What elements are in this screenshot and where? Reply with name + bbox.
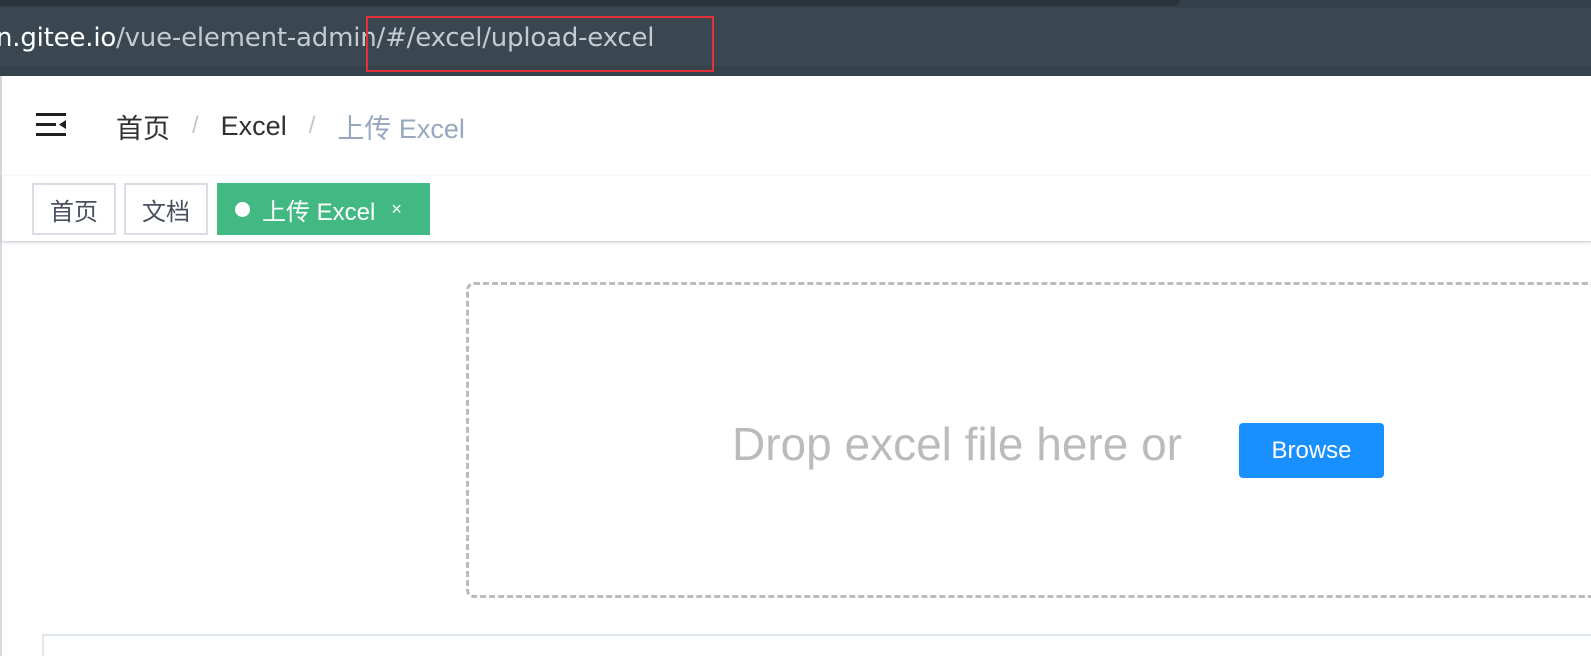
table-top-edge xyxy=(42,634,1591,656)
app-main: 首页 / Excel / 上传 Excel 首页 文档 上传 Excel × D… xyxy=(0,76,1591,656)
active-dot-icon xyxy=(235,201,250,217)
drop-zone-text: Drop excel file here or xyxy=(732,418,1182,470)
url-host: n.gitee.io xyxy=(0,23,117,53)
navbar: 首页 / Excel / 上传 Excel xyxy=(2,76,1591,176)
close-icon[interactable]: × xyxy=(391,200,402,218)
tag-upload-excel[interactable]: 上传 Excel × xyxy=(217,183,430,235)
breadcrumb-separator: / xyxy=(308,112,316,139)
tag-label: 文档 xyxy=(142,198,190,226)
tag-docs[interactable]: 文档 xyxy=(124,183,208,235)
hamburger-icon[interactable] xyxy=(34,110,68,140)
tags-view: 首页 文档 上传 Excel × xyxy=(2,176,1591,242)
breadcrumb-separator: / xyxy=(192,112,199,139)
breadcrumb: 首页 / Excel / 上传 Excel xyxy=(116,106,465,146)
url-highlight-box xyxy=(366,16,714,72)
breadcrumb-home[interactable]: 首页 xyxy=(116,107,170,146)
browse-button[interactable]: Browse xyxy=(1239,423,1384,478)
breadcrumb-excel[interactable]: Excel xyxy=(221,111,287,142)
screenshot: n.gitee.io/vue-element-admin/#/excel/upl… xyxy=(0,0,1591,656)
tag-label: 上传 Excel xyxy=(262,198,376,226)
breadcrumb-current: 上传 Excel xyxy=(337,113,465,144)
address-bar-bottom xyxy=(0,66,1591,76)
tag-label: 首页 xyxy=(50,198,98,226)
browser-tab-edge xyxy=(0,0,1180,6)
tag-home[interactable]: 首页 xyxy=(32,183,116,235)
